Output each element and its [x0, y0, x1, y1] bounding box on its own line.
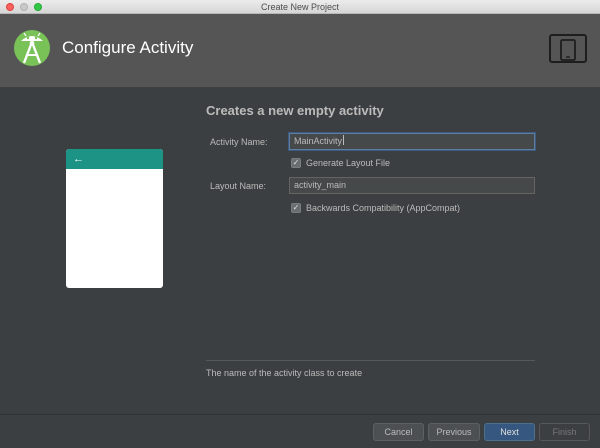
layout-name-label: Layout Name:	[210, 181, 267, 191]
activity-name-value: MainActivity	[294, 136, 343, 146]
generate-layout-checkbox[interactable]: ✓	[291, 158, 301, 168]
android-studio-logo-icon	[14, 30, 50, 66]
page-title: Configure Activity	[62, 38, 194, 57]
cancel-button[interactable]: Cancel	[373, 423, 424, 441]
section-title: Creates a new empty activity	[206, 103, 384, 118]
generate-layout-label: Generate Layout File	[306, 158, 391, 168]
tablet-phone-icon	[549, 34, 587, 63]
text-cursor	[343, 135, 345, 145]
next-button[interactable]: Next	[484, 423, 535, 441]
activity-name-label: Activity Name:	[210, 137, 268, 147]
previous-button[interactable]: Previous	[428, 423, 480, 441]
create-project-window: Create New Project Configure Activity ← …	[0, 0, 600, 448]
activity-name-input[interactable]: MainActivity	[289, 133, 535, 150]
activity-preview: ←	[66, 149, 163, 288]
backwards-compat-label: Backwards Compatibility (AppCompat)	[306, 203, 461, 213]
footer-divider	[0, 414, 600, 415]
backwards-compat-checkbox[interactable]: ✓	[291, 203, 301, 213]
layout-name-value: activity_main	[294, 180, 347, 190]
header-banner: Configure Activity	[0, 14, 600, 87]
layout-name-input[interactable]: activity_main	[289, 177, 535, 194]
title-bar: Create New Project	[0, 0, 600, 14]
preview-app-bar: ←	[66, 149, 163, 169]
back-arrow-icon: ←	[73, 153, 84, 165]
finish-button[interactable]: Finish	[539, 423, 590, 441]
hint-divider	[206, 360, 535, 361]
hint-text: The name of the activity class to create	[206, 368, 363, 378]
window-title: Create New Project	[260, 2, 340, 12]
